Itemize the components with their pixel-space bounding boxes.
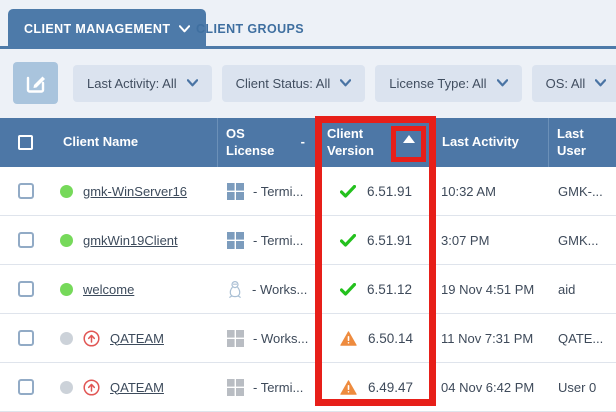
last-activity-value: 04 Nov 6:42 PM: [433, 380, 548, 395]
header-select-all: [0, 118, 55, 167]
header-client-version[interactable]: ClientVersion: [318, 118, 433, 167]
table-row: gmk-WinServer16 - Termi... 6.51.91 10:32…: [0, 167, 616, 216]
last-activity-value: 3:07 PM: [433, 233, 548, 248]
client-name-link[interactable]: QATEAM: [110, 380, 164, 395]
windows-icon: [227, 183, 244, 200]
filter-client-status-label: Client Status: All: [236, 76, 331, 91]
last-user-value: User 0: [548, 380, 616, 395]
check-icon: [340, 234, 356, 247]
header-client-name-label: Client Name: [63, 134, 138, 150]
windows-icon: [227, 232, 244, 249]
linux-tux-icon: [227, 280, 243, 298]
last-user-value: aid: [548, 282, 616, 297]
sort-ascending-icon[interactable]: [403, 135, 415, 143]
header-client-name[interactable]: Client Name: [55, 118, 217, 167]
pencil-square-icon: [25, 72, 47, 94]
row-checkbox[interactable]: [18, 281, 34, 297]
row-checkbox[interactable]: [18, 183, 34, 199]
filter-client-status[interactable]: Client Status: All: [222, 65, 366, 102]
client-version-value: 6.49.47: [368, 380, 413, 395]
filter-toolbar: Last Activity: All Client Status: All Li…: [13, 62, 616, 104]
status-offline-icon: [60, 332, 73, 345]
client-version-value: 6.51.91: [367, 233, 412, 248]
last-user-value: QATE...: [548, 331, 616, 346]
status-offline-icon: [60, 381, 73, 394]
tab-client-groups[interactable]: CLIENT GROUPS: [196, 9, 304, 49]
chevron-down-icon: [340, 79, 351, 87]
tab-client-groups-label: CLIENT GROUPS: [196, 22, 304, 36]
filter-last-activity[interactable]: Last Activity: All: [73, 65, 212, 102]
header-os-license[interactable]: OSLicense -: [217, 118, 318, 167]
filter-last-activity-label: Last Activity: All: [87, 76, 177, 91]
windows-icon: [227, 330, 244, 347]
license-text: - Termi...: [253, 233, 303, 248]
select-all-checkbox[interactable]: [18, 135, 33, 150]
client-version-value: 6.50.14: [368, 331, 413, 346]
filter-license-type[interactable]: License Type: All: [375, 65, 521, 102]
client-name-link[interactable]: gmkWin19Client: [83, 233, 178, 248]
client-name-link[interactable]: welcome: [83, 282, 134, 297]
last-activity-value: 11 Nov 7:31 PM: [433, 331, 548, 346]
last-activity-value: 10:32 AM: [433, 184, 548, 199]
status-online-icon: [60, 283, 73, 296]
header-last-user[interactable]: LastUser: [548, 118, 616, 167]
client-name-link[interactable]: gmk-WinServer16: [83, 184, 187, 199]
filter-os-label: OS: All: [546, 76, 586, 91]
tab-bar: CLIENT MANAGEMENT CLIENT GROUPS: [0, 0, 616, 49]
status-online-icon: [60, 234, 73, 247]
check-icon: [340, 283, 356, 296]
header-client-version-label: ClientVersion: [327, 126, 374, 159]
filter-license-type-label: License Type: All: [389, 76, 486, 91]
chevron-down-icon: [187, 79, 198, 87]
license-text: - Works...: [253, 331, 308, 346]
filter-chips: Last Activity: All Client Status: All Li…: [73, 65, 616, 102]
warning-icon: [340, 331, 357, 346]
row-checkbox[interactable]: [18, 379, 34, 395]
check-icon: [340, 185, 356, 198]
tab-divider: [0, 46, 616, 49]
last-user-value: GMK...: [548, 233, 616, 248]
update-available-icon: [83, 379, 100, 396]
row-checkbox[interactable]: [18, 232, 34, 248]
header-os-license-label: OSLicense: [226, 126, 274, 159]
tab-client-management-label: CLIENT MANAGEMENT: [24, 22, 170, 36]
last-activity-value: 19 Nov 4:51 PM: [433, 282, 548, 297]
header-last-activity-label: Last Activity: [442, 134, 519, 150]
chevron-down-icon: [497, 79, 508, 87]
header-last-activity[interactable]: Last Activity: [433, 118, 548, 167]
table-row: gmkWin19Client - Termi... 6.51.91 3:07 P…: [0, 216, 616, 265]
license-text: - Termi...: [253, 380, 303, 395]
client-table: Client Name OSLicense - ClientVersion La…: [0, 118, 616, 412]
chevron-down-icon: [595, 79, 606, 87]
client-name-link[interactable]: QATEAM: [110, 331, 164, 346]
license-text: - Termi...: [253, 184, 303, 199]
chevron-down-icon: [179, 25, 190, 33]
last-user-value: GMK-...: [548, 184, 616, 199]
windows-icon: [227, 379, 244, 396]
edit-button[interactable]: [13, 62, 58, 104]
update-available-icon: [83, 330, 100, 347]
client-version-value: 6.51.91: [367, 184, 412, 199]
client-version-value: 6.51.12: [367, 282, 412, 297]
table-header-row: Client Name OSLicense - ClientVersion La…: [0, 118, 616, 167]
row-checkbox[interactable]: [18, 330, 34, 346]
table-row: welcome - Works... 6.51.12: [0, 265, 616, 314]
header-last-user-label: LastUser: [557, 126, 586, 159]
warning-icon: [340, 380, 357, 395]
table-row: QATEAM - Termi... 6.49.47 04 Nov 6:: [0, 363, 616, 412]
status-online-icon: [60, 185, 73, 198]
filter-os[interactable]: OS: All: [532, 65, 616, 102]
header-os-dash: -: [301, 134, 305, 150]
tab-client-management[interactable]: CLIENT MANAGEMENT: [8, 9, 206, 49]
table-row: QATEAM - Works... 6.50.14 11 Nov 7:: [0, 314, 616, 363]
license-text: - Works...: [252, 282, 307, 297]
table-body: gmk-WinServer16 - Termi... 6.51.91 10:32…: [0, 167, 616, 412]
